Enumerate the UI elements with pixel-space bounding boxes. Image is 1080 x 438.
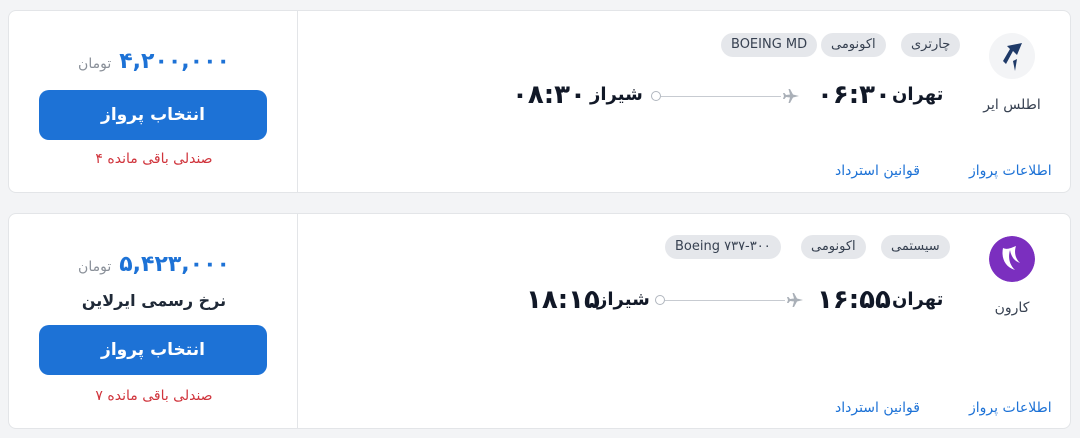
seats-remaining: ۷ صندلی باقی مانده	[95, 388, 213, 404]
airline-name: اطلس ایر	[983, 97, 1041, 113]
cabin-class-tag: اکونومی	[821, 33, 886, 57]
select-flight-button[interactable]: انتخاب پرواز	[39, 325, 267, 375]
route-line	[665, 300, 785, 301]
official-fare-note: نرخ رسمی ایرلاین	[81, 291, 227, 310]
departure-time: ۰۶:۳۰	[817, 80, 891, 110]
aircraft-tag: BOEING MD	[721, 33, 818, 57]
refund-rules-link[interactable]: قوانین استرداد	[835, 163, 920, 179]
price-row: تومان ۴,۲۰۰,۰۰۰	[39, 49, 269, 74]
route-line	[661, 96, 781, 97]
arrival-time: ۱۸:۱۵	[526, 285, 600, 315]
airplane-icon	[783, 89, 799, 103]
destination-dot-icon	[655, 295, 665, 305]
seats-remaining: ۴ صندلی باقی مانده	[95, 151, 213, 167]
card-divider	[297, 11, 298, 192]
aircraft-tag: Boeing ۷۳۷-۳۰۰	[665, 235, 781, 259]
flight-price: ۵,۴۲۳,۰۰۰	[119, 252, 230, 277]
origin-city: تهران	[892, 84, 944, 105]
currency-label: تومان	[78, 56, 112, 72]
airline-name: کارون	[994, 300, 1030, 316]
card-divider	[297, 214, 298, 428]
refund-rules-link[interactable]: قوانین استرداد	[835, 400, 920, 416]
origin-city: تهران	[892, 289, 944, 310]
flight-type-tag: چارتری	[901, 33, 961, 57]
destination-city: شیراز	[590, 84, 643, 105]
flight-type-tag: سیستمی	[881, 235, 950, 259]
departure-time: ۱۶:۵۵	[817, 285, 891, 315]
select-flight-button[interactable]: انتخاب پرواز	[39, 90, 267, 140]
destination-city: شیراز	[597, 289, 650, 310]
flight-info-link[interactable]: اطلاعات پرواز	[969, 163, 1052, 179]
flight-info-link[interactable]: اطلاعات پرواز	[969, 400, 1052, 416]
airplane-icon	[787, 293, 803, 307]
cabin-class-tag: اکونومی	[801, 235, 866, 259]
currency-label: تومان	[78, 259, 112, 275]
airline-logo-icon	[989, 33, 1035, 79]
airline-logo-icon	[989, 236, 1035, 282]
flight-price: ۴,۲۰۰,۰۰۰	[119, 49, 230, 74]
arrival-time: ۰۸:۳۰	[512, 80, 586, 110]
price-row: تومان ۵,۴۲۳,۰۰۰	[39, 252, 269, 277]
flight-card: تومان ۴,۲۰۰,۰۰۰ انتخاب پرواز ۴ صندلی باق…	[8, 10, 1071, 193]
flight-card: تومان ۵,۴۲۳,۰۰۰ نرخ رسمی ایرلاین انتخاب …	[8, 213, 1071, 429]
destination-dot-icon	[651, 91, 661, 101]
